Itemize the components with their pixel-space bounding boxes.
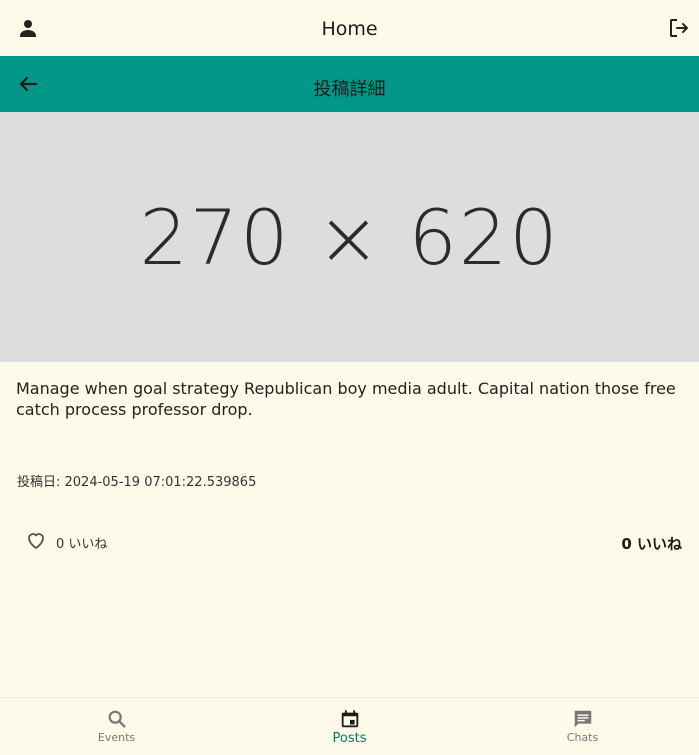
image-placeholder-text: 270 × 620 xyxy=(139,192,560,282)
like-control: 0 いいね xyxy=(24,528,107,556)
logout-button[interactable] xyxy=(659,8,699,48)
nav-item-posts[interactable]: Posts xyxy=(233,698,466,755)
nav-item-events[interactable]: Events xyxy=(0,698,233,755)
post-detail-page: Home 投稿詳細 270 × 620 Manage when goal str… xyxy=(0,0,699,755)
event-icon xyxy=(341,710,358,728)
post-image: 270 × 620 xyxy=(0,112,699,362)
like-label: 0 いいね xyxy=(56,536,108,552)
heart-outline-icon xyxy=(28,533,44,549)
detail-app-bar: 投稿詳細 xyxy=(0,56,699,112)
logout-icon xyxy=(670,19,688,37)
like-count: 0 いいね xyxy=(621,535,682,553)
posted-date: 投稿日: 2024-05-19 07:01:22.539865 xyxy=(17,475,257,490)
detail-title: 投稿詳細 xyxy=(313,79,386,100)
chat-icon xyxy=(574,710,591,728)
nav-label-events: Events xyxy=(97,731,136,744)
search-icon xyxy=(108,710,126,728)
bottom-navigation: Events Posts Chats xyxy=(0,697,699,755)
nav-label-chats: Chats xyxy=(566,731,599,744)
nav-item-chats[interactable]: Chats xyxy=(466,698,699,755)
top-app-bar: Home xyxy=(0,0,699,56)
like-button[interactable] xyxy=(24,528,48,556)
post-body: Manage when goal strategy Republican boy… xyxy=(16,379,676,419)
nav-label-posts: Posts xyxy=(332,731,367,746)
page-title: Home xyxy=(321,18,378,40)
